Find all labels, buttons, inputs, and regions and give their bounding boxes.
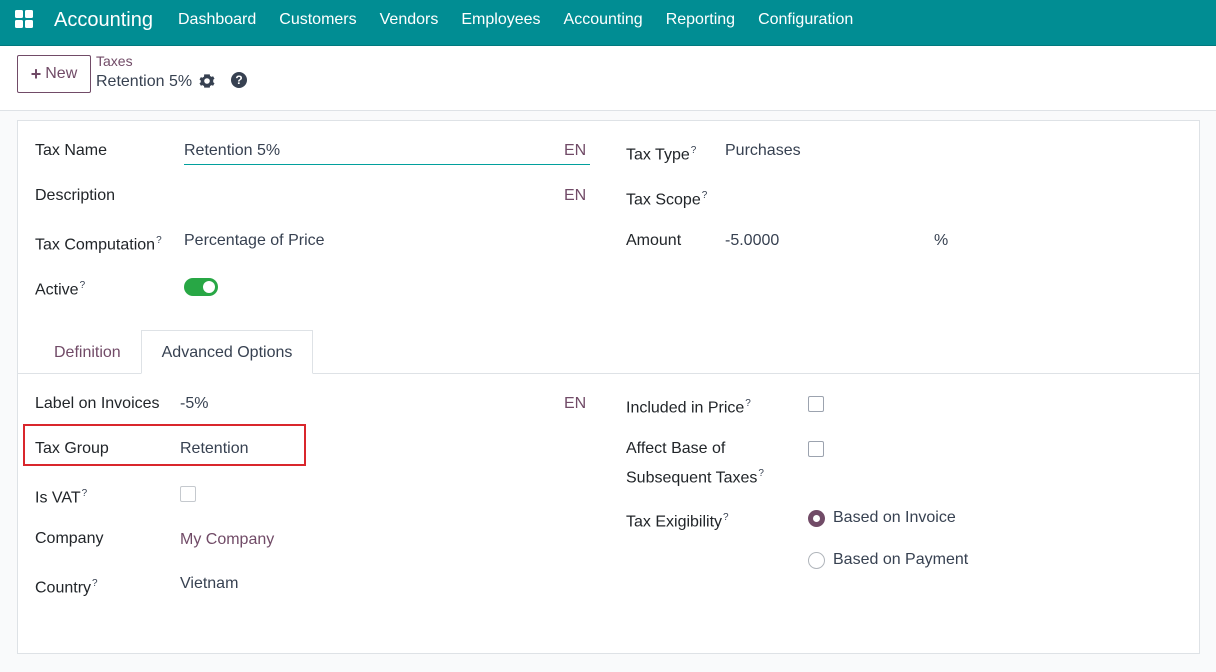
menu-item-employees[interactable]: Employees: [461, 10, 540, 30]
affect-base-label-line2: Subsequent Taxes?: [626, 468, 764, 487]
gear-icon[interactable]: [199, 73, 215, 89]
app-name[interactable]: Accounting: [54, 8, 153, 32]
is-vat-checkbox[interactable]: [180, 486, 196, 502]
help-tooltip-icon[interactable]: ?: [92, 578, 98, 589]
tax-group-label: Tax Group: [35, 440, 109, 457]
help-tooltip-icon[interactable]: ?: [745, 398, 751, 409]
menu-item-configuration[interactable]: Configuration: [758, 10, 853, 30]
tax-computation-select[interactable]: Percentage of Price: [184, 231, 325, 251]
tab-advanced-options[interactable]: Advanced Options: [141, 330, 313, 374]
based-on-payment-label[interactable]: Based on Payment: [833, 550, 968, 570]
based-on-payment-radio[interactable]: [808, 552, 825, 569]
menu-item-customers[interactable]: Customers: [279, 10, 356, 30]
tax-name-input[interactable]: Retention 5%: [184, 141, 280, 161]
new-button-label: New: [45, 65, 78, 82]
main-menu: Dashboard Customers Vendors Employees Ac…: [178, 10, 876, 30]
menu-item-reporting[interactable]: Reporting: [666, 10, 735, 30]
help-tooltip-icon[interactable]: ?: [691, 145, 697, 156]
description-input[interactable]: [184, 186, 554, 206]
label-on-invoices-input[interactable]: -5%: [180, 394, 208, 414]
company-link[interactable]: My Company: [180, 530, 274, 550]
tab-definition[interactable]: Definition: [54, 343, 121, 363]
apps-menu-icon[interactable]: [15, 10, 33, 28]
help-tooltip-icon[interactable]: ?: [156, 235, 162, 246]
based-on-invoice-label[interactable]: Based on Invoice: [833, 508, 956, 528]
country-label: Country?: [35, 578, 98, 597]
tax-type-select[interactable]: Purchases: [725, 141, 801, 161]
breadcrumb-taxes[interactable]: Taxes: [96, 53, 133, 69]
amount-unit: %: [934, 232, 949, 249]
menu-item-dashboard[interactable]: Dashboard: [178, 10, 256, 30]
based-on-invoice-radio[interactable]: [808, 510, 825, 527]
label-on-invoices-label: Label on Invoices: [35, 395, 160, 412]
help-icon[interactable]: ?: [231, 72, 247, 88]
included-in-price-label: Included in Price?: [626, 398, 751, 417]
included-in-price-checkbox[interactable]: [808, 396, 824, 412]
menu-item-vendors[interactable]: Vendors: [380, 10, 439, 30]
top-navbar: Accounting Dashboard Customers Vendors E…: [0, 0, 1216, 46]
amount-label: Amount: [626, 232, 682, 249]
tax-group-select[interactable]: Retention: [180, 439, 249, 459]
company-label: Company: [35, 530, 104, 547]
affect-base-checkbox[interactable]: [808, 441, 824, 457]
help-tooltip-icon[interactable]: ?: [723, 512, 729, 523]
tax-scope-label: Tax Scope?: [626, 190, 708, 209]
help-tooltip-icon[interactable]: ?: [82, 488, 88, 499]
help-tooltip-icon[interactable]: ?: [80, 280, 86, 291]
description-label: Description: [35, 187, 116, 204]
record-title: Retention 5%: [96, 73, 193, 90]
tax-type-label: Tax Type?: [626, 145, 697, 164]
label-on-invoices-lang-button[interactable]: EN: [564, 394, 586, 414]
new-button[interactable]: + New: [17, 55, 91, 93]
plus-icon: +: [30, 64, 42, 84]
form-sheet: Tax Name Retention 5% EN Description EN …: [17, 120, 1200, 654]
affect-base-label-line1: Affect Base of: [626, 440, 726, 457]
tax-name-underline: [184, 164, 590, 165]
is-vat-label: Is VAT?: [35, 488, 88, 507]
help-tooltip-icon[interactable]: ?: [758, 468, 764, 479]
tax-computation-label: Tax Computation?: [35, 235, 162, 254]
control-panel: + New Taxes Retention 5% ?: [0, 46, 1216, 111]
menu-item-accounting[interactable]: Accounting: [564, 10, 643, 30]
active-label: Active?: [35, 280, 86, 299]
tax-name-label: Tax Name: [35, 142, 108, 159]
tax-exigibility-label: Tax Exigibility?: [626, 512, 729, 531]
country-select[interactable]: Vietnam: [180, 574, 238, 594]
active-toggle[interactable]: [184, 278, 218, 296]
tax-name-lang-button[interactable]: EN: [564, 141, 586, 161]
description-lang-button[interactable]: EN: [564, 186, 586, 206]
help-tooltip-icon[interactable]: ?: [702, 190, 708, 201]
tax-scope-select[interactable]: [725, 186, 925, 206]
amount-input[interactable]: -5.0000: [725, 231, 779, 251]
